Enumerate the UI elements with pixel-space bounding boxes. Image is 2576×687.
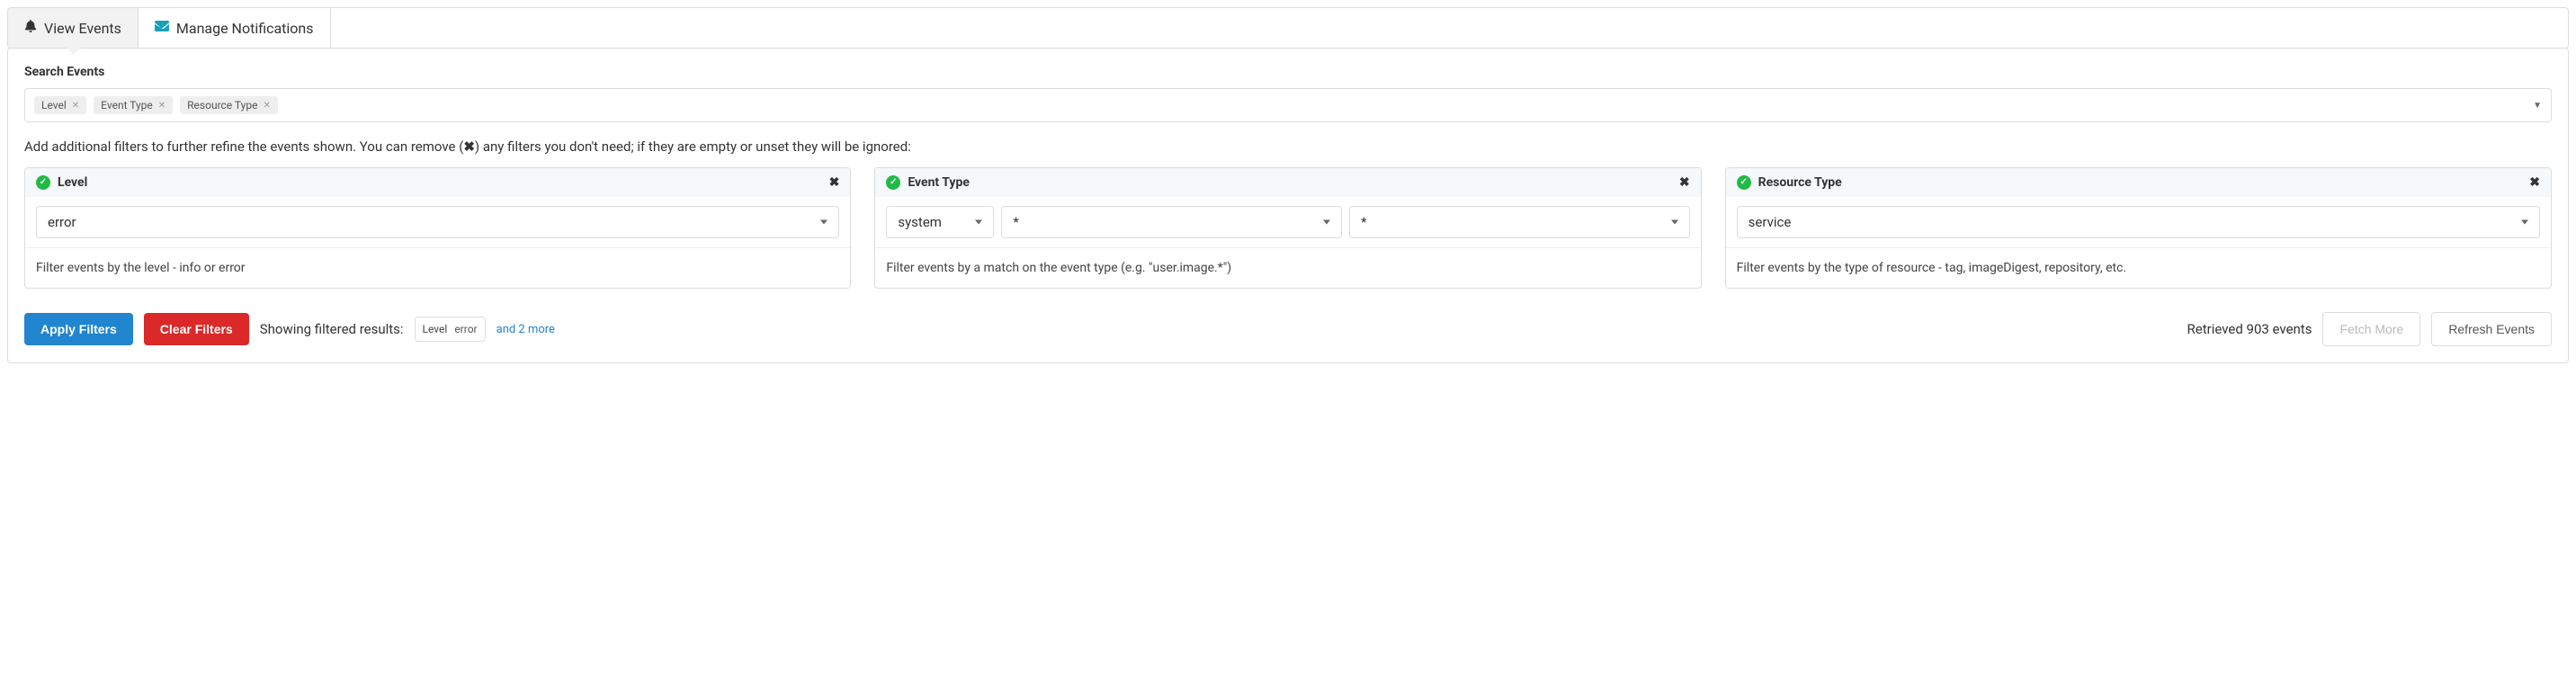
filter-title-level: Level	[58, 175, 87, 190]
level-dropdown-value: error	[48, 214, 76, 230]
event-type-value-3: *	[1361, 214, 1366, 230]
close-icon[interactable]: ✕	[158, 101, 165, 111]
showing-results-label: Showing filtered results:	[260, 321, 404, 337]
filter-header-event-type: ✓ Event Type ✖	[875, 168, 1700, 197]
refresh-events-button[interactable]: Refresh Events	[2431, 312, 2552, 346]
filter-cards-row: ✓ Level ✖ error Filter events by the lev…	[24, 167, 2552, 289]
event-type-value-2: *	[1013, 214, 1018, 230]
tab-manage-notifications[interactable]: Manage Notifications	[139, 8, 331, 48]
tab-view-events[interactable]: View Events	[8, 8, 139, 48]
filter-card-resource-type: ✓ Resource Type ✖ service Filter events …	[1725, 167, 2552, 289]
active-filter-pill-value: error	[454, 323, 477, 335]
event-type-dropdown-3[interactable]: *	[1349, 206, 1690, 238]
close-icon[interactable]: ✖	[829, 175, 840, 190]
check-circle-icon: ✓	[886, 175, 900, 190]
filter-title-resource-type: Resource Type	[1758, 175, 1842, 190]
apply-filters-button[interactable]: Apply Filters	[24, 313, 133, 345]
search-tag-level-label: Level	[41, 99, 67, 112]
filter-body-level: error	[25, 197, 850, 247]
filter-header-resource-type: ✓ Resource Type ✖	[1726, 168, 2551, 197]
close-icon[interactable]: ✖	[1679, 175, 1690, 190]
active-tab-pointer	[67, 48, 81, 55]
event-type-dropdown-1[interactable]: system	[886, 206, 994, 238]
clear-filters-button[interactable]: Clear Filters	[144, 313, 249, 345]
filter-title-event-type: Event Type	[908, 175, 970, 190]
active-filter-pill[interactable]: Level error	[415, 317, 486, 342]
close-icon: ✖	[463, 138, 475, 155]
action-bar: Apply Filters Clear Filters Showing filt…	[24, 312, 2552, 346]
filter-body-event-type: system * *	[875, 197, 1700, 247]
filter-footer-level: Filter events by the level - info or err…	[25, 247, 850, 288]
close-icon[interactable]: ✕	[72, 101, 79, 111]
search-events-title: Search Events	[24, 65, 2552, 79]
resource-type-value: service	[1749, 214, 1792, 230]
tab-view-events-label: View Events	[44, 20, 121, 37]
resource-type-dropdown[interactable]: service	[1737, 206, 2540, 238]
tab-manage-notifications-label: Manage Notifications	[176, 20, 314, 37]
filter-body-resource-type: service	[1726, 197, 2551, 247]
tabs-bar: View Events Manage Notifications	[7, 7, 2569, 49]
event-type-value-1: system	[898, 214, 942, 230]
filter-header-level: ✓ Level ✖	[25, 168, 850, 197]
events-panel: Search Events Level ✕ Event Type ✕ Resou…	[7, 48, 2569, 363]
search-tag-resource-type[interactable]: Resource Type ✕	[180, 96, 278, 114]
event-type-dropdown-2[interactable]: *	[1001, 206, 1342, 238]
chevron-down-icon[interactable]: ▼	[2533, 101, 2542, 111]
bell-icon	[24, 20, 37, 36]
filters-helper-text: Add additional filters to further refine…	[24, 138, 2552, 155]
active-filter-pill-key: Level	[423, 323, 448, 335]
filter-footer-event-type: Filter events by a match on the event ty…	[875, 247, 1700, 288]
fetch-more-button[interactable]: Fetch More	[2322, 312, 2420, 346]
search-tag-resource-type-label: Resource Type	[187, 99, 257, 112]
search-tag-event-type-label: Event Type	[101, 99, 153, 112]
retrieved-count: Retrieved 903 events	[2187, 321, 2312, 337]
and-more-link[interactable]: and 2 more	[496, 323, 555, 336]
close-icon[interactable]: ✖	[2529, 175, 2540, 190]
filter-footer-resource-type: Filter events by the type of resource - …	[1726, 247, 2551, 288]
search-tag-event-type[interactable]: Event Type ✕	[94, 96, 173, 114]
check-circle-icon: ✓	[36, 175, 50, 190]
search-tag-level[interactable]: Level ✕	[34, 96, 86, 114]
check-circle-icon: ✓	[1737, 175, 1751, 190]
filter-card-event-type: ✓ Event Type ✖ system * * Filter even	[874, 167, 1701, 289]
filter-card-level: ✓ Level ✖ error Filter events by the lev…	[24, 167, 851, 289]
envelope-icon	[155, 19, 169, 37]
close-icon[interactable]: ✕	[263, 101, 270, 111]
search-tagbar[interactable]: Level ✕ Event Type ✕ Resource Type ✕ ▼	[24, 88, 2552, 122]
level-dropdown[interactable]: error	[36, 206, 839, 238]
